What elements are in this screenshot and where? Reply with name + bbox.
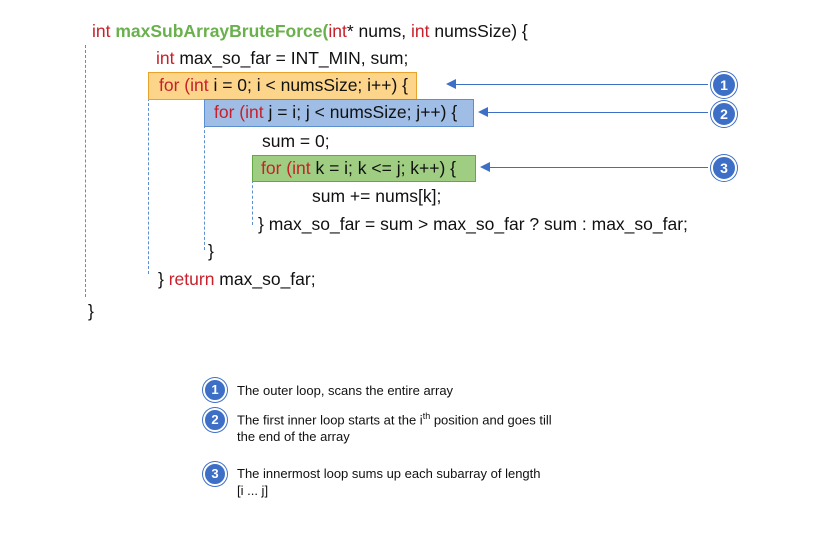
scope-guide-inner-loop [204, 125, 205, 250]
scope-guide-innermost-loop [252, 180, 253, 225]
code-line-inner-for: for (int j = i; j < numsSize; j++) { [214, 102, 458, 122]
arrow-line-1 [455, 84, 708, 85]
code-line-max-update: } max_so_far = sum > max_so_far ? sum : … [258, 214, 688, 234]
arrow-line-3 [489, 167, 708, 168]
marker-3: 3 [711, 155, 737, 181]
legend-marker-1: 1 [203, 378, 227, 402]
code-line-sum-accumulate: sum += nums[k]; [312, 186, 442, 206]
code-line-outer-for: for (int i = 0; i < numsSize; i++) { [159, 75, 409, 95]
scope-guide-outer-loop [148, 98, 149, 274]
legend-text-1: The outer loop, scans the entire array [237, 383, 454, 398]
code-line-function-close: } [88, 301, 94, 321]
code-line-inner-close: } [208, 241, 214, 261]
arrow-line-2 [487, 112, 708, 113]
code-line-function-signature: int maxSubArrayBruteForce(int* nums, int… [92, 21, 528, 41]
code-line-innermost-for: for (int k = i; k <= j; k++) { [261, 158, 457, 178]
code-line-declaration: int max_so_far = INT_MIN, sum; [156, 48, 409, 68]
legend-text-3: The innermost loop sums up each subarray… [237, 466, 541, 498]
legend-marker-3: 3 [203, 462, 227, 486]
code-line-return: } return max_so_far; [158, 269, 316, 289]
legend-marker-2: 2 [203, 408, 227, 432]
marker-1: 1 [711, 72, 737, 98]
marker-2: 2 [711, 101, 737, 127]
legend-text-2: The first inner loop starts at the ith p… [237, 411, 552, 445]
code-line-sum-reset: sum = 0; [262, 131, 330, 151]
scope-guide-function [85, 45, 86, 297]
